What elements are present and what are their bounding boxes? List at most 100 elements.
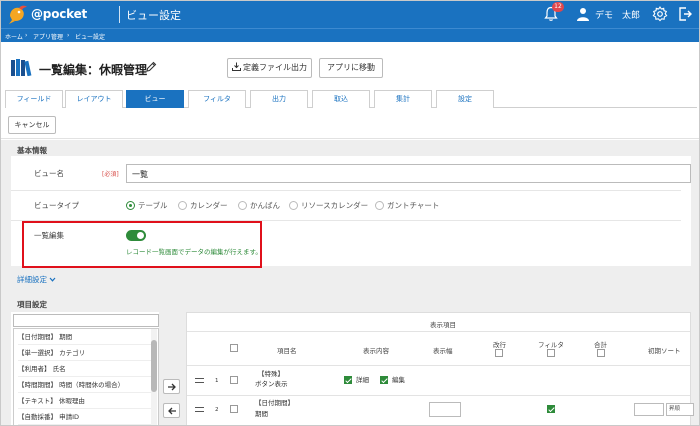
tab-view[interactable]: ビュー [126,90,184,108]
radio-gantt-chart-label: ガントチャート [387,201,440,210]
breadcrumb-separator: › [25,32,28,39]
bird-logo-icon [9,5,27,24]
required-badge: [必須] [102,171,119,178]
row-number: 1 [215,378,219,384]
row-divider [11,190,681,191]
highlight-box [22,221,262,268]
header-wrap: 改行 [493,341,506,349]
row-item-type: 【特殊】 [258,370,284,378]
list-item[interactable]: 【日付期間】 期間 [18,331,152,345]
row-item-type: 【日付期間】 [255,399,294,407]
row-checkbox[interactable] [230,405,238,413]
detail-label: 詳細 [356,376,369,384]
filter-checkbox[interactable] [547,405,555,413]
tab-bar: フィールド レイアウト ビュー フィルタ 出力 取込 集計 設定 [5,90,697,108]
add-field-button[interactable] [163,379,180,394]
wrap-all-checkbox[interactable] [495,349,503,357]
logo[interactable]: @pocket [7,4,93,25]
radio-dot-selected [126,201,135,210]
filter-all-checkbox[interactable] [547,349,555,357]
detail-checkbox[interactable] [344,376,352,384]
app-title: ビュー設定 [126,9,181,22]
field-list: 【日付期間】 期間 【単一選択】 カテゴリ 【利用者】 氏名 【時間期間】 時間… [13,328,159,425]
radio-dot [289,201,298,210]
tab-aggregate[interactable]: 集計 [374,90,432,108]
radio-resource-calendar-label: リソースカレンダー [301,201,369,210]
tab-layout[interactable]: レイアウト [65,90,123,108]
row-number: 2 [215,407,219,413]
tab-settings[interactable]: 設定 [436,90,494,108]
pencil-icon[interactable] [145,61,157,73]
tab-field[interactable]: フィールド [5,90,63,108]
chevron-down-icon [49,277,56,282]
export-definition-label: 定義ファイル出力 [243,63,307,72]
radio-dot [238,201,247,210]
breadcrumb-separator: › [67,32,70,39]
tab-output[interactable]: 出力 [250,90,308,108]
user-name[interactable]: デモ 太郎 [595,8,640,21]
view-type-label: ビュータイプ [34,201,79,210]
edit-label: 編集 [392,376,405,384]
grid-divider [187,331,690,332]
tab-filter[interactable]: フィルタ [188,90,246,108]
select-all-checkbox[interactable] [230,344,238,352]
grid-divider [187,365,690,366]
download-icon [232,62,241,71]
radio-dot [375,201,384,210]
header-total: 合計 [594,341,607,349]
detail-settings-label: 詳細設定 [17,275,47,284]
list-item[interactable]: 【単一選択】 カテゴリ [18,347,152,361]
radio-dot [178,201,187,210]
breadcrumb: ホーム › アプリ管理 › ビュー設定 [1,28,699,42]
remove-field-button[interactable] [163,403,180,418]
logo-text: @pocket [31,7,88,21]
detail-settings-link[interactable]: 詳細設定 [17,274,56,285]
top-header: @pocket ビュー設定 12 デモ 太郎 [1,1,699,28]
export-definition-button[interactable]: 定義ファイル出力 [227,58,312,78]
row-item-name: 期間 [255,410,268,418]
breadcrumb-current: ビュー設定 [75,34,106,41]
header-initial-sort: 初期ソート [648,347,681,355]
gear-icon[interactable] [652,6,668,22]
view-name-label: ビュー名 [34,169,64,178]
edit-checkbox[interactable] [380,376,388,384]
notification-badge: 12 [552,2,564,12]
display-width-input[interactable] [429,402,461,417]
breadcrumb-app-admin[interactable]: アプリ管理 [33,32,63,41]
list-item[interactable]: 【テキスト】 休暇理由 [18,395,152,409]
app-window: @pocket ビュー設定 12 デモ 太郎 ホーム › アプリ管理 › ビュー… [0,0,700,426]
sort-priority-input[interactable] [634,403,664,416]
header-filter: フィルタ [538,341,564,349]
header-display-content: 表示内容 [363,347,389,355]
row-checkbox[interactable] [230,376,238,384]
tab-import[interactable]: 取込 [312,90,370,108]
radio-table-label: テーブル [138,201,168,210]
grid-group-header: 表示項目 [430,321,456,329]
total-all-checkbox[interactable] [597,349,605,357]
breadcrumb-home[interactable]: ホーム [5,32,23,41]
logout-icon[interactable] [677,6,693,22]
view-name-input[interactable]: 一覧 [126,164,691,183]
list-item[interactable]: 【時間期間】 時間（時間休の場合） [18,379,152,393]
go-to-app-button[interactable]: アプリに移動 [319,58,383,78]
books-icon [11,59,32,76]
list-item[interactable]: 【自動採番】 申請ID [18,411,152,425]
user-icon [577,8,589,21]
action-bar: キャンセル [1,109,699,139]
basic-info-heading: 基本情報 [17,146,47,155]
drag-handle-icon[interactable] [195,378,204,383]
sort-order-select[interactable]: 昇順 [666,403,694,416]
list-item[interactable]: 【利用者】 氏名 [18,363,152,377]
sort-order-value: 昇順 [669,406,681,412]
list-scroll-thumb[interactable] [151,340,157,392]
drag-handle-icon[interactable] [195,407,204,412]
page-title: 一覧編集：休暇管理 [39,63,148,77]
field-search-input[interactable] [13,314,159,327]
header-divider [119,6,120,23]
item-settings-heading: 項目設定 [17,300,47,309]
cancel-button[interactable]: キャンセル [8,116,56,134]
arrow-right-icon [168,383,176,391]
radio-calendar-label: カレンダー [190,201,228,210]
grid-divider [187,395,690,396]
row-item-name: ボタン表示 [255,380,288,388]
